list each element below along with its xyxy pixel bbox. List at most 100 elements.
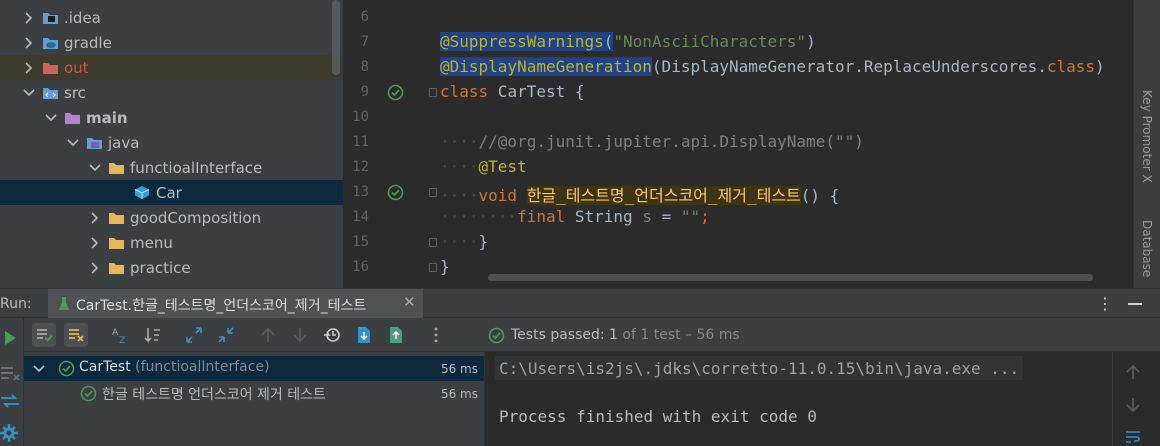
run-label: Run:	[0, 296, 32, 312]
show-passed-button[interactable]	[32, 323, 56, 347]
tree-item-label: main	[86, 108, 128, 127]
line-number: 16	[352, 259, 369, 275]
string-token: ""	[680, 207, 701, 226]
settings-gear-icon[interactable]	[0, 424, 18, 446]
whitespace-token: ····	[440, 186, 479, 205]
test-suite-row[interactable]: CarTest (functioalInterface) 56 ms	[24, 356, 484, 381]
import-tests-button[interactable]	[352, 323, 376, 347]
tree-item-label: java	[108, 133, 140, 152]
chevron-down-icon[interactable]	[22, 86, 36, 100]
collapse-all-button[interactable]	[214, 323, 238, 347]
tree-scrollbar[interactable]	[332, 0, 340, 75]
suite-package-name: (functioalInterface)	[130, 359, 270, 375]
tree-item-goodcomposition[interactable]: goodComposition	[0, 205, 343, 230]
run-side-toolbar	[0, 318, 24, 446]
run-config-tab[interactable]: CarTest.한글_테스트명_언더스코어_제거_테스트 ✕	[48, 289, 423, 319]
code-line: 10	[343, 105, 1133, 130]
close-icon[interactable]: ✕	[403, 293, 416, 311]
code-line: 8 @DisplayNameGeneration(DisplayNameGene…	[343, 55, 1133, 80]
code-line: 13 ····void 한글_테스트명_언더스코어_제거_테스트() {	[343, 180, 1133, 205]
line-number: 8	[360, 59, 369, 75]
tree-item-main[interactable]: main	[0, 105, 343, 130]
run-test-icon[interactable]	[387, 84, 404, 101]
sort-alphabetically-button[interactable]: AZ	[108, 323, 132, 347]
sort-by-duration-button[interactable]	[140, 323, 164, 347]
chevron-right-icon[interactable]	[88, 261, 102, 275]
scroll-up-icon[interactable]	[1125, 364, 1141, 384]
code-text[interactable]: @DisplayNameGeneration(DisplayNameGenera…	[440, 57, 1105, 76]
show-ignored-button[interactable]	[64, 323, 88, 347]
key-promoter-tab[interactable]: Key Promoter X	[1140, 90, 1154, 183]
keyword-token: final	[517, 207, 566, 226]
rerun-failed-icon[interactable]	[0, 366, 20, 384]
comment-token: //@org.junit.jupiter.api.DisplayName("")	[478, 132, 864, 151]
editor-horizontal-scrollbar[interactable]	[488, 274, 1093, 281]
fold-marker-icon[interactable]	[429, 88, 437, 97]
console-command-line[interactable]: C:\Users\is2js\.jdks\corretto-11.0.15\bi…	[495, 356, 1024, 380]
test-case-name: 한글 테스트명 언더스코어 제거 테스트	[102, 387, 326, 403]
whitespace-token: ····	[440, 132, 479, 151]
tree-item-src[interactable]: src	[0, 80, 343, 105]
code-text[interactable]: class CarTest {	[440, 82, 585, 101]
code-text[interactable]: }	[440, 257, 450, 276]
code-text[interactable]: ····}	[440, 232, 488, 251]
soft-wrap-icon[interactable]	[1125, 430, 1141, 446]
code-text[interactable]: ····@Test	[440, 157, 527, 176]
gradle-folder-icon	[42, 35, 59, 50]
more-toolbar-options-icon[interactable]	[424, 323, 448, 347]
line-number: 9	[360, 84, 369, 100]
chevron-right-icon[interactable]	[22, 11, 36, 25]
chevron-down-icon[interactable]	[88, 161, 102, 175]
tree-item-idea[interactable]: .idea	[0, 5, 343, 30]
code-text[interactable]: ····//@org.junit.jupiter.api.DisplayName…	[440, 132, 864, 151]
annotation-token: @Test	[478, 157, 527, 176]
chevron-down-icon[interactable]	[32, 362, 46, 380]
console-output[interactable]: C:\Users\is2js\.jdks\corretto-11.0.15\bi…	[484, 352, 1112, 446]
expand-all-button[interactable]	[182, 323, 206, 347]
tree-item-label: out	[64, 58, 89, 77]
export-tests-button[interactable]	[384, 323, 408, 347]
code-editor[interactable]: 6 7 @SuppressWarnings("NonAsciiCharacter…	[343, 0, 1160, 288]
database-tab[interactable]: Database	[1140, 220, 1154, 277]
more-options-icon[interactable]: ⋮	[1097, 294, 1113, 313]
code-text[interactable]: ····void 한글_테스트명_언더스코어_제거_테스트() {	[440, 182, 839, 206]
code-text[interactable]: @SuppressWarnings("NonAsciiCharacters")	[440, 32, 816, 51]
rerun-icon[interactable]	[2, 330, 18, 350]
test-duration: 56 ms	[440, 387, 478, 401]
minimize-icon[interactable]	[1128, 303, 1142, 305]
svg-text:Z: Z	[119, 336, 125, 344]
test-history-button[interactable]	[320, 323, 344, 347]
run-test-icon[interactable]	[387, 184, 404, 201]
tree-item-java[interactable]: java	[0, 130, 343, 155]
tree-item-label: menu	[130, 233, 173, 252]
toggle-auto-test-icon[interactable]	[0, 394, 20, 412]
test-case-row[interactable]: 한글 테스트명 언더스코어 제거 테스트 56 ms	[24, 381, 484, 406]
code-token: () {	[800, 186, 840, 205]
test-flask-icon	[58, 296, 70, 316]
tree-item-menu[interactable]: menu	[0, 230, 343, 255]
whitespace-token: ····	[440, 157, 479, 176]
previous-failed-button[interactable]	[256, 323, 280, 347]
status-passed-label: Tests passed:	[511, 327, 610, 343]
chevron-right-icon[interactable]	[22, 36, 36, 50]
tree-item-practice[interactable]: practice	[0, 255, 343, 280]
paren-token: )	[806, 32, 816, 51]
next-failed-button[interactable]	[288, 323, 312, 347]
test-results-tree: CarTest (functioalInterface) 56 ms 한글 테스…	[24, 352, 484, 446]
chevron-down-icon[interactable]	[44, 111, 58, 125]
fold-marker-icon[interactable]	[429, 263, 437, 272]
fold-marker-icon[interactable]	[429, 238, 437, 247]
line-number: 12	[352, 159, 369, 175]
chevron-down-icon[interactable]	[66, 136, 80, 150]
tree-item-gradle[interactable]: gradle	[0, 30, 343, 55]
chevron-right-icon[interactable]	[22, 61, 36, 75]
tree-item-out[interactable]: out	[0, 55, 343, 80]
code-text[interactable]: ········final String s = "";	[440, 207, 710, 226]
tree-item-car[interactable]: Car	[0, 180, 343, 205]
scroll-down-icon[interactable]	[1125, 397, 1141, 417]
tree-item-functioalinterface[interactable]: functioalInterface	[0, 155, 343, 180]
chevron-right-icon[interactable]	[88, 236, 102, 250]
module-folder-icon	[64, 110, 81, 125]
fold-marker-icon[interactable]	[429, 188, 437, 197]
chevron-right-icon[interactable]	[88, 211, 102, 225]
